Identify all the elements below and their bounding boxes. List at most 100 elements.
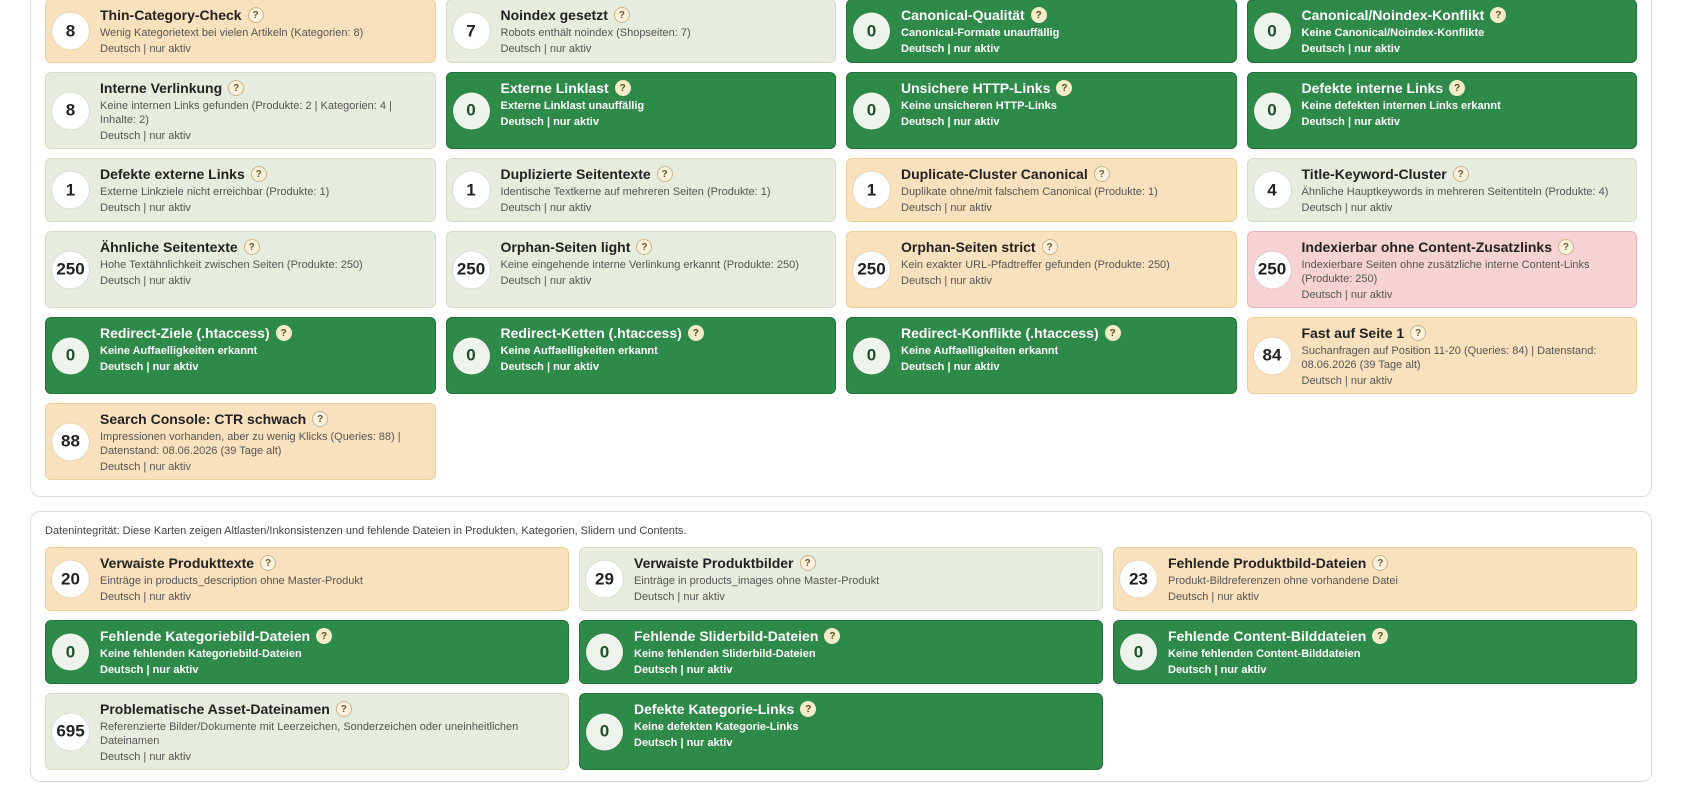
help-icon[interactable]: ? — [613, 7, 630, 23]
check-card-orphan-seiten-strict[interactable]: 250 Orphan-Seiten strict? Kein exakter URL… — [846, 231, 1237, 308]
card-title-row: Noindex gesetzt? — [501, 7, 826, 23]
help-icon[interactable]: ? — [260, 555, 277, 571]
card-title-row: Defekte externe Links? — [100, 166, 425, 182]
card-title: Fehlende Content-Bilddateien — [1168, 627, 1367, 644]
card-title: Unsichere HTTP-Links — [901, 79, 1051, 96]
help-icon[interactable]: ? — [687, 325, 704, 341]
check-card-defekte-kategorie-links[interactable]: 0 Defekte Kategorie-Links? Keine defekten … — [579, 693, 1103, 770]
card-title-row: Orphan-Seiten strict? — [901, 239, 1226, 255]
check-card-redirect-ketten-htaccess[interactable]: 0 Redirect-Ketten (.htaccess)? Keine Auffa… — [445, 317, 836, 394]
help-icon[interactable]: ? — [614, 80, 631, 96]
help-icon[interactable]: ? — [1041, 239, 1058, 255]
help-icon[interactable]: ? — [1449, 80, 1466, 96]
help-icon[interactable]: ? — [800, 701, 817, 717]
card-title: Orphan-Seiten light — [500, 238, 631, 255]
card-title-row: Interne Verlinkung? — [100, 80, 425, 96]
card-description: Keine fehlenden Content-Bilddateien — [1168, 648, 1361, 660]
card-meta: Deutsch | nur aktiv — [1301, 43, 1400, 55]
check-card-canonical-noindex-konflikt[interactable]: 0 Canonical/Noindex-Konflikt? Keine Canoni… — [1246, 0, 1637, 63]
card-title-row: Defekte Kategorie-Links? — [634, 701, 1092, 717]
card-title-row: Duplizierte Seitentexte? — [501, 166, 826, 182]
check-card-fast-auf-seite-1[interactable]: 84 Fast auf Seite 1? Suchanfragen auf Posi… — [1246, 317, 1637, 394]
help-icon[interactable]: ? — [1372, 555, 1389, 571]
count-badge: 20 — [52, 560, 89, 598]
card-title: Fehlende Kategoriebild-Dateien — [100, 627, 311, 644]
check-card-noindex-gesetzt[interactable]: 7 Noindex gesetzt? Robots enthält noindex … — [445, 0, 836, 63]
count-badge: 1 — [853, 171, 890, 209]
card-meta: Deutsch | nur aktiv — [901, 116, 1000, 128]
help-icon[interactable]: ? — [1372, 628, 1389, 644]
count-badge: 0 — [586, 633, 623, 671]
card-title-row: Problematische Asset-Dateinamen? — [100, 701, 558, 717]
check-card-duplicate-cluster-canonical[interactable]: 1 Duplicate-Cluster Canonical? Duplikate o… — [846, 158, 1237, 222]
count-badge: 8 — [52, 12, 89, 50]
card-title: Noindex gesetzt — [500, 6, 608, 23]
card-description: Impressionen vorhanden, aber zu wenig Kl… — [100, 431, 401, 457]
card-meta: Deutsch | nur aktiv — [100, 664, 199, 676]
card-description: Kein exakter URL-Pfadtreffer gefunden (P… — [901, 259, 1170, 271]
help-icon[interactable]: ? — [316, 628, 333, 644]
help-icon[interactable]: ? — [799, 555, 816, 571]
check-card-fehlende-produktbild-dateien[interactable]: 23 Fehlende Produktbild-Dateien? Produkt-B… — [1113, 547, 1637, 611]
help-icon[interactable]: ? — [243, 239, 260, 255]
help-icon[interactable]: ? — [275, 325, 292, 341]
card-description: Keine unsicheren HTTP-Links — [901, 100, 1057, 112]
count-badge: 0 — [853, 337, 890, 374]
card-description: Hohe Textähnlichkeit zwischen Seiten (Pr… — [100, 259, 363, 271]
card-meta: Deutsch | nur aktiv — [500, 361, 599, 373]
check-card-defekte-interne-links[interactable]: 0 Defekte interne Links? Keine defekten in… — [1246, 72, 1637, 149]
card-title: Problematische Asset-Dateinamen — [100, 700, 330, 717]
help-icon[interactable]: ? — [824, 628, 841, 644]
check-card-indexierbar-ohne-content-zusatzlinks[interactable]: 250 Indexierbar ohne Content-Zusatzlinks?… — [1246, 231, 1637, 308]
check-card-title-keyword-cluster[interactable]: 4 Title-Keyword-Cluster? Ähnliche Hauptkey… — [1246, 158, 1637, 222]
help-icon[interactable]: ? — [1490, 7, 1507, 23]
help-icon[interactable]: ? — [250, 166, 267, 182]
card-meta: Deutsch | nur aktiv — [1168, 664, 1267, 676]
check-card-verwaiste-produktbilder[interactable]: 29 Verwaiste Produktbilder? Einträge in pr… — [579, 547, 1103, 611]
check-card-orphan-seiten-light[interactable]: 250 Orphan-Seiten light? Keine eingehende … — [445, 231, 836, 308]
card-meta: Deutsch | nur aktiv — [634, 664, 733, 676]
help-icon[interactable]: ? — [228, 80, 245, 96]
help-icon[interactable]: ? — [1030, 7, 1047, 23]
count-badge: 0 — [853, 92, 890, 129]
help-icon[interactable]: ? — [312, 411, 329, 427]
card-meta: Deutsch | nur aktiv — [100, 591, 191, 603]
check-card-unsichere-http-links[interactable]: 0 Unsichere HTTP-Links? Keine unsicheren H… — [846, 72, 1237, 149]
help-icon[interactable]: ? — [247, 7, 264, 23]
check-card-problematische-asset-dateinamen[interactable]: 695 Problematische Asset-Dateinamen? Refer… — [45, 693, 569, 770]
check-card-fehlende-kategoriebild-dateien[interactable]: 0 Fehlende Kategoriebild-Dateien? Keine fe… — [45, 620, 569, 684]
check-card-externe-linklast[interactable]: 0 Externe Linklast? Externe Linklast unauf… — [445, 72, 836, 149]
help-icon[interactable]: ? — [1557, 239, 1574, 255]
check-card-search-console-ctr-schwach[interactable]: 88 Search Console: CTR schwach? Impression… — [45, 403, 436, 480]
help-icon[interactable]: ? — [636, 239, 653, 255]
check-card-redirect-ziele-htaccess[interactable]: 0 Redirect-Ziele (.htaccess)? Keine Auffae… — [45, 317, 436, 394]
help-icon[interactable]: ? — [1410, 325, 1427, 341]
check-card-fehlende-content-bilddateien[interactable]: 0 Fehlende Content-Bilddateien? Keine fehl… — [1113, 620, 1637, 684]
count-badge: 250 — [452, 251, 490, 288]
help-icon[interactable]: ? — [1104, 325, 1121, 341]
count-badge: 250 — [853, 251, 890, 288]
card-title-row: Fehlende Produktbild-Dateien? — [1168, 555, 1626, 571]
card-title: Orphan-Seiten strict — [901, 238, 1036, 255]
help-icon[interactable]: ? — [656, 166, 673, 182]
check-card-aehnliche-seitentexte[interactable]: 250 Ähnliche Seitentexte? Hohe Textähnlich… — [45, 231, 436, 308]
help-icon[interactable]: ? — [335, 701, 352, 717]
card-description: Indexierbare Seiten ohne zusätzliche int… — [1301, 259, 1590, 285]
help-icon[interactable]: ? — [1452, 166, 1469, 182]
card-meta: Deutsch | nur aktiv — [100, 361, 199, 373]
check-card-interne-verlinkung[interactable]: 8 Interne Verlinkung? Keine internen Links… — [45, 72, 436, 149]
help-icon[interactable]: ? — [1093, 166, 1110, 182]
card-title-row: Externe Linklast? — [501, 80, 826, 96]
check-card-verwaiste-produkttexte[interactable]: 20 Verwaiste Produkttexte? Einträge in pro… — [45, 547, 569, 611]
count-badge: 1 — [52, 171, 89, 209]
check-card-duplizierte-seitentexte[interactable]: 1 Duplizierte Seitentexte? Identische Text… — [445, 158, 836, 222]
card-title: Verwaiste Produktbilder — [634, 554, 794, 571]
help-icon[interactable]: ? — [1056, 80, 1073, 96]
check-card-defekte-externe-links[interactable]: 1 Defekte externe Links? Externe Linkziele… — [45, 158, 436, 222]
card-title-row: Fehlende Sliderbild-Dateien? — [634, 628, 1092, 644]
check-card-redirect-konflikte-htaccess[interactable]: 0 Redirect-Konflikte (.htaccess)? Keine Au… — [846, 317, 1237, 394]
check-card-thin-category-check[interactable]: 8 Thin-Category-Check? Wenig Kategorietext… — [45, 0, 436, 63]
card-meta: Deutsch | nur aktiv — [100, 275, 191, 287]
check-card-fehlende-sliderbild-dateien[interactable]: 0 Fehlende Sliderbild-Dateien? Keine fehle… — [579, 620, 1103, 684]
check-card-canonical-qualitaet[interactable]: 0 Canonical-Qualität? Canonical-Formate un… — [846, 0, 1237, 63]
